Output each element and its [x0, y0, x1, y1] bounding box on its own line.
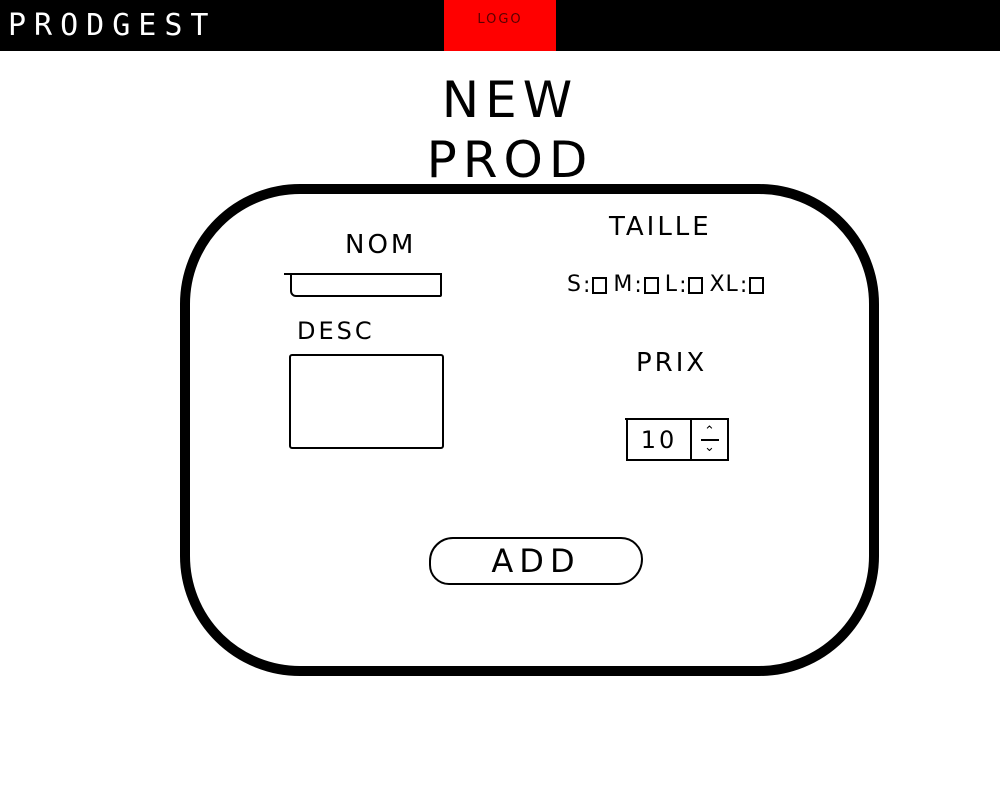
desc-textarea[interactable] — [289, 354, 444, 449]
nom-label: NOM — [345, 230, 417, 260]
size-options: S : M : L : XL : — [567, 270, 817, 300]
size-option-m: M : — [613, 272, 659, 298]
size-separator: : — [582, 272, 592, 298]
size-checkbox-xl[interactable] — [749, 276, 765, 294]
size-label-xl: XL — [709, 272, 739, 297]
size-option-s: S : — [567, 272, 608, 298]
top-bar: PRODGEST LOGO — [0, 0, 1000, 51]
size-checkbox-s[interactable] — [592, 276, 608, 294]
size-label-m: M — [613, 272, 634, 297]
size-checkbox-m[interactable] — [643, 276, 659, 294]
product-form-card — [180, 184, 879, 676]
size-separator: : — [679, 272, 688, 298]
size-option-l: L : — [665, 273, 704, 298]
logo[interactable]: LOGO — [444, 0, 556, 51]
size-option-xl: XL : — [709, 272, 765, 298]
size-label-s: S — [567, 272, 582, 297]
size-separator: : — [739, 272, 749, 298]
stepper-arrows: ⌃ ⌄ — [692, 420, 727, 459]
caret-up-icon[interactable]: ⌃ — [704, 424, 715, 439]
prix-input[interactable]: 10 — [628, 420, 692, 459]
size-separator: : — [634, 272, 643, 298]
caret-down-icon[interactable]: ⌄ — [704, 440, 715, 455]
prix-label: PRIX — [636, 348, 708, 378]
add-button[interactable]: ADD — [429, 537, 643, 585]
logo-text: LOGO — [477, 12, 523, 27]
page: PRODGEST LOGO NEW PROD NOM DESC TAILLE S… — [0, 0, 1000, 800]
size-label-l: L — [664, 272, 679, 297]
taille-label: TAILLE — [609, 212, 712, 242]
desc-label: DESC — [297, 317, 375, 345]
brand-name[interactable]: PRODGEST — [8, 6, 217, 46]
size-checkbox-l[interactable] — [688, 276, 704, 294]
nom-input[interactable] — [284, 273, 442, 297]
page-title: NEW PROD — [426, 71, 594, 189]
prix-stepper: 10 ⌃ ⌄ — [625, 418, 729, 461]
